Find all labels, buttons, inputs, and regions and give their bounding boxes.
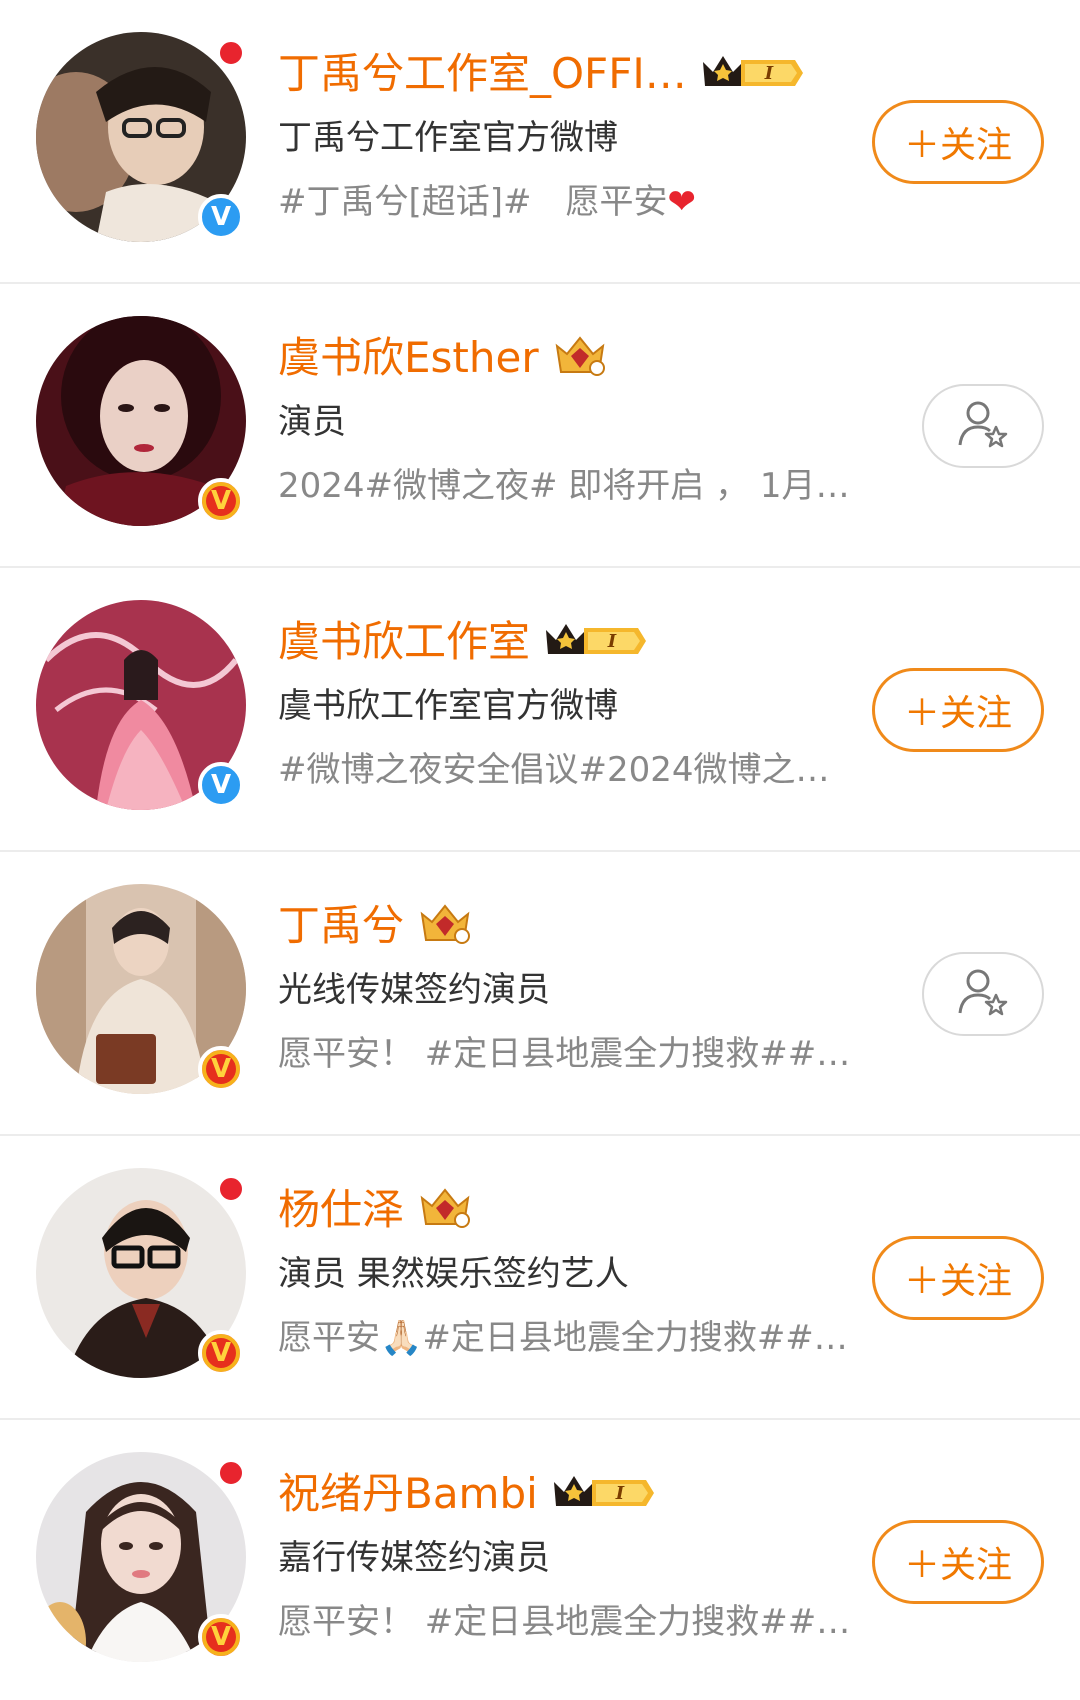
verified-gold-icon: V bbox=[198, 478, 244, 524]
user-description: 嘉行传媒签约演员 bbox=[278, 1538, 550, 1578]
latest-post[interactable]: #微博之夜安全倡议#2024微博之… bbox=[278, 744, 868, 796]
user-name[interactable]: 祝绪丹Bambi bbox=[278, 1460, 538, 1521]
avatar-wrap[interactable]: V bbox=[36, 32, 248, 244]
follow-button[interactable]: ＋关注 bbox=[872, 1236, 1044, 1320]
latest-post[interactable]: #丁禹兮[超话]# 愿平安❤ bbox=[278, 176, 868, 228]
follow-button[interactable]: ＋关注 bbox=[872, 1520, 1044, 1604]
svg-text:I: I bbox=[615, 1483, 625, 1504]
latest-post[interactable]: 愿平安！ #定日县地震全力搜救##… bbox=[278, 1596, 868, 1648]
diamond-crown-icon bbox=[553, 332, 607, 376]
avatar-wrap[interactable]: V bbox=[36, 600, 248, 812]
crown-level-1-icon: I bbox=[544, 616, 648, 660]
diamond-crown-icon bbox=[418, 900, 472, 944]
latest-post[interactable]: 愿平安！ #定日县地震全力搜救##我… bbox=[278, 1028, 868, 1080]
avatar-wrap[interactable]: V bbox=[36, 1168, 248, 1380]
verified-gold-icon: V bbox=[198, 1046, 244, 1092]
user-row-4[interactable]: V 丁禹兮 光线传媒签约演员 愿平安！ #定日县地震全力搜救##我… bbox=[0, 852, 1080, 1136]
user-name[interactable]: 丁禹兮工作室_OFFI… bbox=[278, 40, 687, 101]
user-row-2[interactable]: V 虞书欣Esther 演员 2024#微博之夜# 即将开启 ， 1月11… bbox=[0, 284, 1080, 568]
user-row-6[interactable]: V 祝绪丹Bambi I 嘉行传媒签约演员 愿平安！ #定日县地震全力搜救##… bbox=[0, 1420, 1080, 1700]
user-name[interactable]: 杨仕泽 bbox=[278, 1176, 404, 1237]
user-list: V 丁禹兮工作室_OFFI… I 丁禹兮工作室官方微博 #丁禹兮[超话]# 愿平… bbox=[0, 0, 1080, 1700]
user-name[interactable]: 丁禹兮 bbox=[278, 892, 404, 953]
followed-button[interactable] bbox=[922, 952, 1044, 1036]
unread-dot bbox=[216, 38, 246, 68]
crown-level-1-icon: I bbox=[701, 48, 805, 92]
user-star-icon bbox=[956, 397, 1010, 455]
avatar-wrap[interactable]: V bbox=[36, 1452, 248, 1664]
user-row-1[interactable]: V 丁禹兮工作室_OFFI… I 丁禹兮工作室官方微博 #丁禹兮[超话]# 愿平… bbox=[0, 0, 1080, 284]
follow-button[interactable]: ＋关注 bbox=[872, 100, 1044, 184]
user-description: 光线传媒签约演员 bbox=[278, 970, 550, 1010]
user-description: 演员 bbox=[278, 402, 346, 442]
user-description: 丁禹兮工作室官方微博 bbox=[278, 118, 618, 158]
user-row-3[interactable]: V 虞书欣工作室 I 虞书欣工作室官方微博 #微博之夜安全倡议#2024微博之… bbox=[0, 568, 1080, 852]
user-description: 演员 果然娱乐签约艺人 bbox=[278, 1254, 629, 1294]
avatar-wrap[interactable]: V bbox=[36, 884, 248, 1096]
verified-gold-icon: V bbox=[198, 1330, 244, 1376]
crown-level-1-icon: I bbox=[552, 1468, 656, 1512]
svg-text:I: I bbox=[607, 631, 617, 652]
follow-button[interactable]: ＋关注 bbox=[872, 668, 1044, 752]
user-description: 虞书欣工作室官方微博 bbox=[278, 686, 618, 726]
user-star-icon bbox=[956, 965, 1010, 1023]
user-row-5[interactable]: V 杨仕泽 演员 果然娱乐签约艺人 愿平安🙏🏻#定日县地震全力搜救##… ＋关注 bbox=[0, 1136, 1080, 1420]
user-name[interactable]: 虞书欣Esther bbox=[278, 324, 539, 385]
verified-blue-icon: V bbox=[198, 194, 244, 240]
heart-emoji: ❤ bbox=[667, 182, 697, 222]
verified-blue-icon: V bbox=[198, 762, 244, 808]
verified-gold-icon: V bbox=[198, 1614, 244, 1660]
unread-dot bbox=[216, 1174, 246, 1204]
avatar-wrap[interactable]: V bbox=[36, 316, 248, 528]
diamond-crown-icon bbox=[418, 1184, 472, 1228]
svg-text:I: I bbox=[764, 63, 774, 84]
followed-button[interactable] bbox=[922, 384, 1044, 468]
latest-post[interactable]: 愿平安🙏🏻#定日县地震全力搜救##… bbox=[278, 1312, 868, 1364]
user-name[interactable]: 虞书欣工作室 bbox=[278, 608, 530, 669]
latest-post[interactable]: 2024#微博之夜# 即将开启 ， 1月11… bbox=[278, 460, 868, 512]
unread-dot bbox=[216, 1458, 246, 1488]
